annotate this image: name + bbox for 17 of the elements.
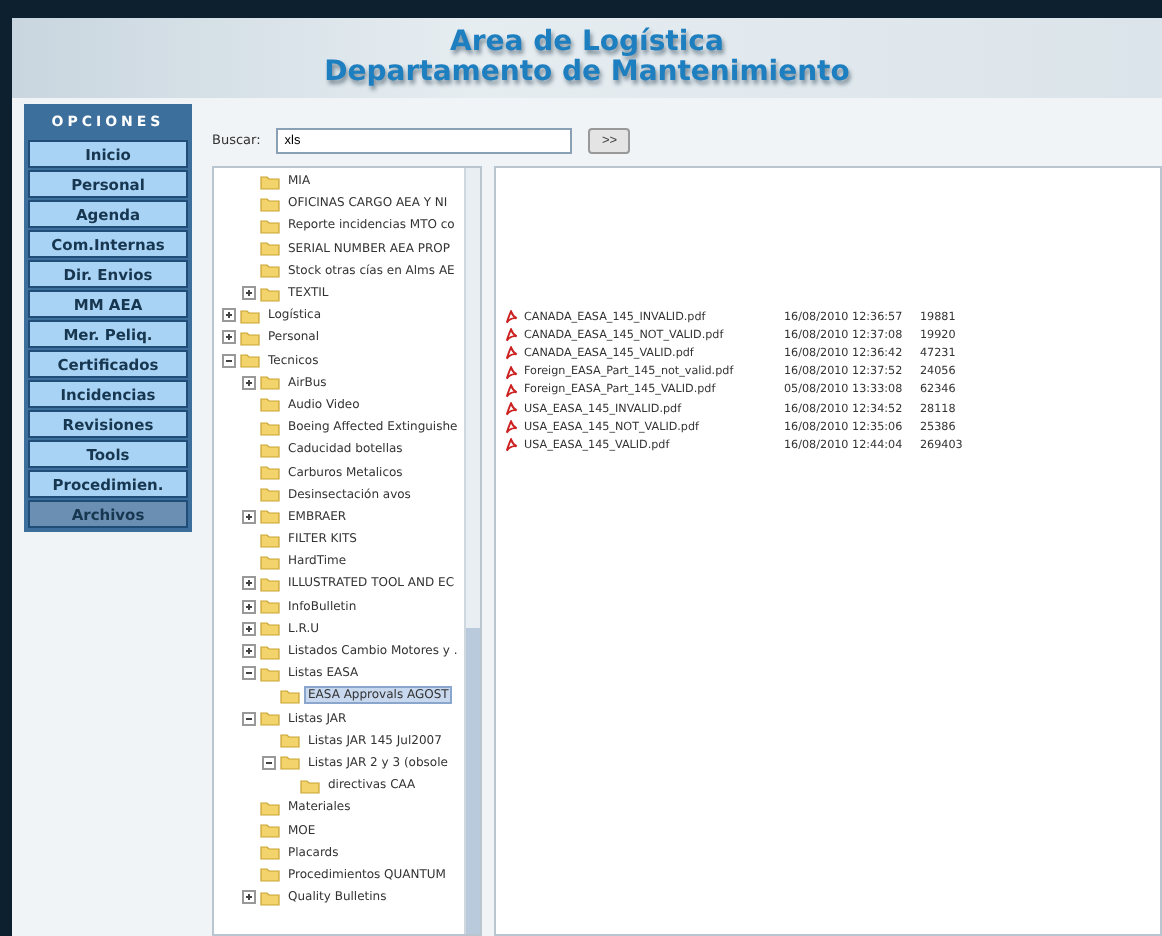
expand-toggle[interactable] bbox=[242, 890, 256, 905]
scrollbar[interactable] bbox=[464, 168, 480, 934]
expand-toggle[interactable] bbox=[242, 599, 256, 614]
expand-toggle[interactable] bbox=[242, 576, 256, 591]
page-subtitle: Departamento de Mantenimiento bbox=[324, 58, 850, 88]
collapse-toggle[interactable] bbox=[262, 755, 276, 770]
expand-toggle[interactable] bbox=[222, 308, 236, 323]
page-title: Area de Logística bbox=[450, 28, 724, 58]
expand-toggle[interactable] bbox=[242, 375, 256, 390]
collapse-toggle[interactable] bbox=[222, 353, 236, 368]
collapse-toggle[interactable] bbox=[242, 711, 256, 726]
expand-toggle[interactable] bbox=[222, 330, 236, 345]
collapse-toggle[interactable] bbox=[242, 666, 256, 681]
expand-toggle[interactable] bbox=[242, 621, 256, 636]
expand-toggle[interactable] bbox=[242, 644, 256, 659]
expand-toggle[interactable] bbox=[242, 286, 256, 301]
expand-toggle[interactable] bbox=[242, 509, 256, 524]
